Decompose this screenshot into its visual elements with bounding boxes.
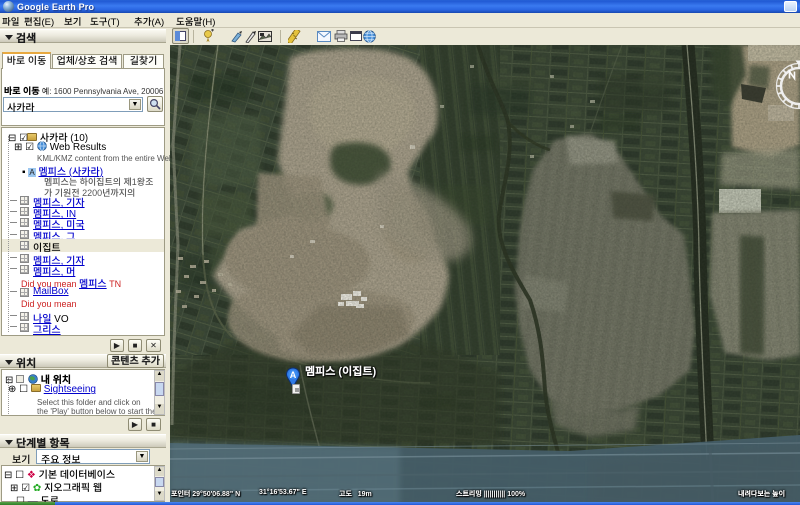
svg-text:A: A bbox=[290, 370, 297, 380]
